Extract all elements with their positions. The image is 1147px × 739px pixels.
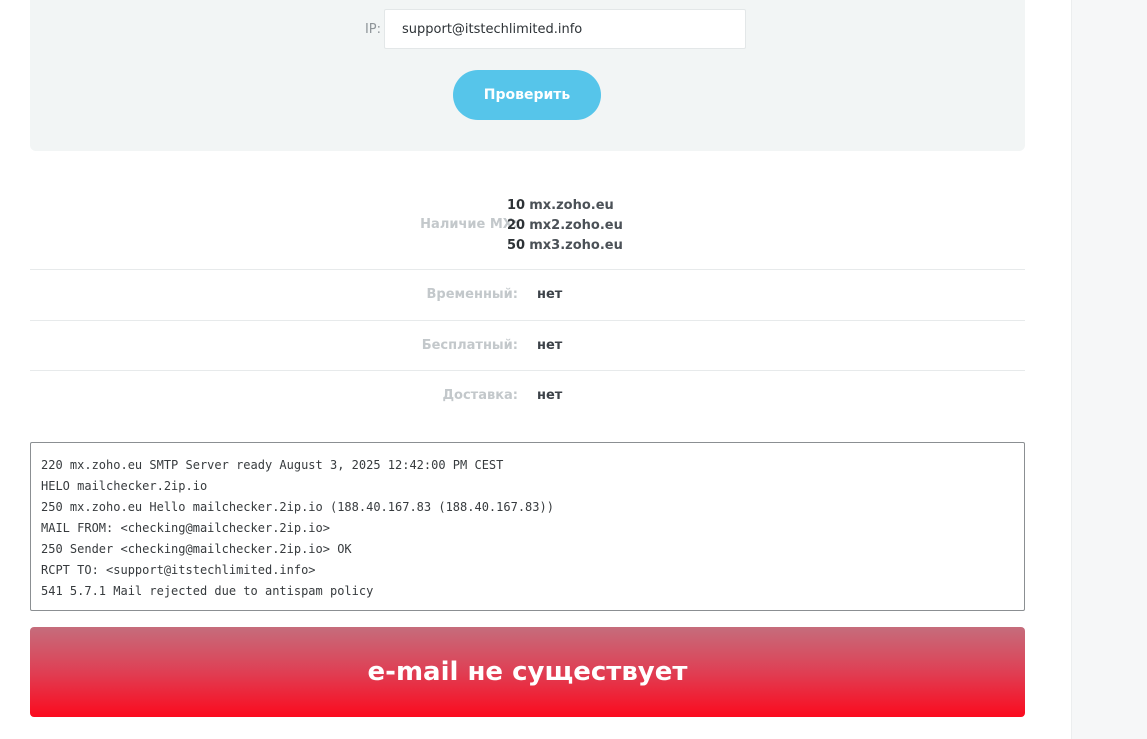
delivery-row: Доставка: нет (30, 371, 1025, 421)
right-sidebar (1071, 0, 1147, 739)
ip-input[interactable] (384, 9, 746, 49)
temporary-row: Временный: нет (30, 270, 1025, 321)
smtp-log-line: 220 mx.zoho.eu SMTP Server ready August … (41, 458, 504, 472)
free-row: Бесплатный: нет (30, 321, 1025, 371)
mx-record: 10 mx.zoho.eu (507, 196, 623, 216)
verdict-text: e-mail не существует (367, 657, 688, 687)
smtp-log[interactable]: 220 mx.zoho.eu SMTP Server ready August … (30, 442, 1025, 611)
mx-preference: 10 (507, 198, 526, 213)
verdict-banner: e-mail не существует (30, 627, 1025, 717)
ip-label: IP: (364, 22, 381, 37)
delivery-value: нет (537, 388, 563, 403)
temporary-label: Временный: (426, 287, 518, 302)
mx-records-list: 10 mx.zoho.eu 20 mx2.zoho.eu 50 mx3.zoho… (507, 196, 623, 256)
temporary-value: нет (537, 287, 563, 302)
mx-record: 50 mx3.zoho.eu (507, 236, 623, 256)
mx-record: 20 mx2.zoho.eu (507, 216, 623, 236)
mx-preference: 50 (507, 238, 526, 253)
check-button[interactable]: Проверить (453, 70, 601, 120)
check-form-panel: IP: Проверить (30, 0, 1025, 151)
free-label: Бесплатный: (421, 338, 518, 353)
smtp-log-line: MAIL FROM: <checking@mailchecker.2ip.io> (41, 521, 330, 535)
smtp-log-line: HELO mailchecker.2ip.io (41, 479, 208, 493)
smtp-log-line: 541 5.7.1 Mail rejected due to antispam … (41, 584, 374, 598)
smtp-log-line: RCPT TO: <support@itstechlimited.info> (41, 563, 316, 577)
free-value: нет (537, 338, 563, 353)
mx-host: mx.zoho.eu (529, 198, 614, 213)
mx-preference: 20 (507, 218, 526, 233)
mx-label: Наличие MX: (420, 217, 518, 232)
delivery-label: Доставка: (442, 388, 518, 403)
smtp-log-line: 250 mx.zoho.eu Hello mailchecker.2ip.io … (41, 500, 554, 514)
smtp-log-line: 250 Sender <checking@mailchecker.2ip.io>… (41, 542, 352, 556)
mx-host: mx2.zoho.eu (529, 218, 623, 233)
mx-host: mx3.zoho.eu (529, 238, 623, 253)
